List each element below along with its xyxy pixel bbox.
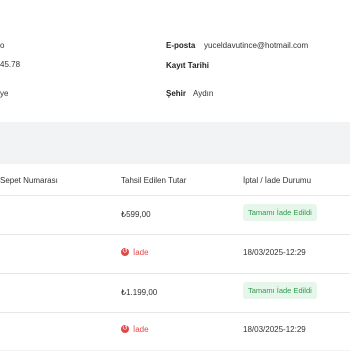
city-value: Aydın	[193, 89, 214, 98]
info-left-fragment-3: ye	[0, 89, 9, 98]
refund-label: İade	[133, 325, 149, 334]
column-header-cancel-status[interactable]: İptal / İade Durumu	[243, 176, 311, 185]
email-label: E-posta	[166, 41, 196, 50]
refund-icon: ↺	[121, 325, 129, 333]
table-row[interactable]: ↺ İade 18/03/2025-12:29	[0, 312, 350, 351]
table-row[interactable]: ₺599,00 Tamamı İade Edildi	[0, 195, 350, 234]
table-row[interactable]: ₺1.199,00 Tamamı İade Edildi	[0, 273, 350, 312]
refund-date: 18/03/2025-12:29	[243, 248, 306, 257]
city-label: Şehir	[166, 89, 187, 98]
table-row[interactable]: ↺ İade 18/03/2025-12:29	[0, 234, 350, 273]
status-badge: Tamamı İade Edildi	[243, 282, 317, 299]
refund-date: 18/03/2025-12:29	[243, 325, 306, 334]
email-value: yuceldavutince@hotmail.com	[204, 41, 309, 50]
column-header-basket-number[interactable]: Sepet Numarası	[0, 176, 58, 185]
registration-date-label: Kayıt Tarihi	[166, 61, 209, 70]
info-left-fragment-1: o	[0, 41, 5, 50]
column-header-amount[interactable]: Tahsil Edilen Tutar	[121, 176, 186, 185]
orders-table: Sepet Numarası Tahsil Edilen Tutar İptal…	[0, 164, 350, 350]
customer-info-card: o 45.78 ye E-posta yuceldavutince@hotmai…	[0, 0, 350, 122]
refund-icon: ↺	[121, 248, 129, 256]
refund-label: İade	[133, 248, 149, 257]
status-badge: Tamamı İade Edildi	[243, 204, 317, 221]
amount-cell: ₺1.199,00	[121, 288, 158, 297]
amount-cell: ₺599,00	[121, 210, 151, 219]
info-left-fragment-2: 45.78	[0, 60, 21, 69]
